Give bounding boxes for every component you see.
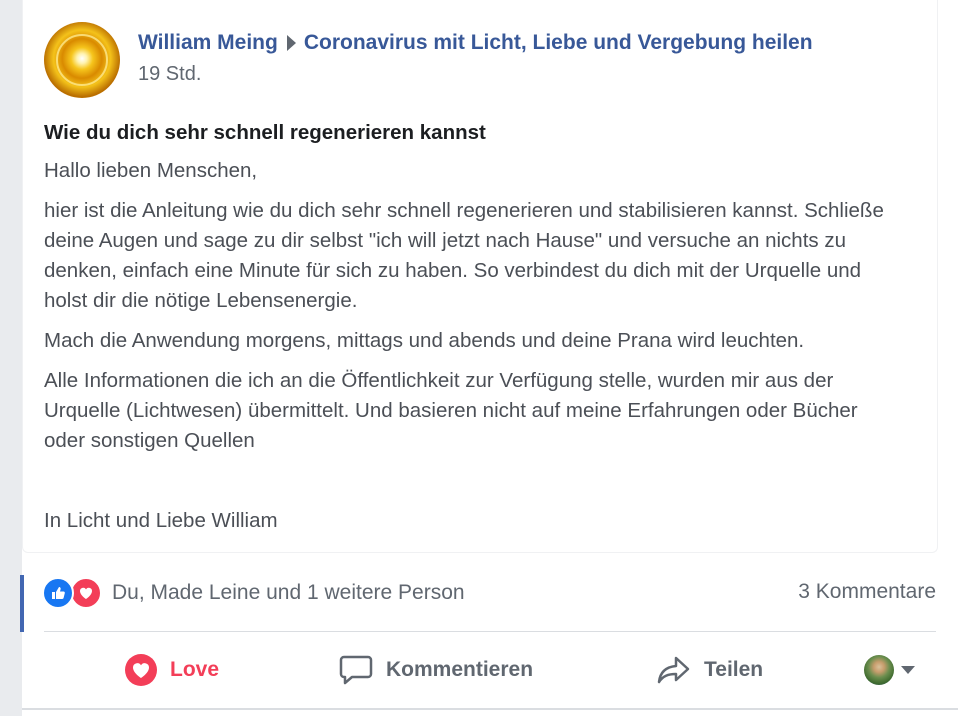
bottom-border [22, 708, 958, 710]
reactions-text[interactable]: Du, Made Leine und 1 weitere Person [112, 581, 465, 605]
share-label: Teilen [704, 658, 764, 681]
focus-accent-bar [20, 575, 24, 632]
post-header: William Meing Coronavirus mit Licht, Lie… [138, 31, 813, 55]
comment-icon [339, 655, 373, 685]
comment-button[interactable]: Kommentieren [338, 640, 533, 700]
shared-to-arrow-icon [286, 35, 296, 51]
post-paragraph-1: hier ist die Anleitung wie du dich sehr … [44, 199, 884, 312]
love-icon [70, 577, 102, 609]
love-reaction-icon [125, 654, 157, 686]
author-name[interactable]: William Meing [138, 31, 278, 55]
like-icon [42, 577, 74, 609]
actions-divider [44, 631, 936, 632]
post-actions: Love Kommentieren Teilen [44, 640, 936, 700]
love-button[interactable]: Love [124, 640, 219, 700]
comments-count[interactable]: 3 Kommentare [798, 580, 936, 604]
group-name[interactable]: Coronavirus mit Licht, Liebe und Vergebu… [304, 31, 813, 55]
reaction-as-selector[interactable] [864, 640, 915, 700]
post-title: Wie du dich sehr schnell regenerieren ka… [44, 121, 486, 144]
love-label: Love [170, 658, 220, 681]
avatar-ring [56, 34, 108, 86]
comment-label: Kommentieren [386, 658, 534, 681]
caret-down-icon [901, 666, 915, 674]
post-paragraph-2: Mach die Anwendung morgens, mittags und … [44, 329, 805, 352]
reactions-summary[interactable]: Du, Made Leine und 1 weitere Person [42, 577, 465, 609]
post-timestamp[interactable]: 19 Std. [138, 63, 201, 86]
post-signoff: In Licht und Liebe William [44, 509, 278, 532]
post-paragraph-3: Alle Informationen die ich an die Öffent… [44, 369, 858, 452]
share-button[interactable]: Teilen [656, 640, 763, 700]
user-avatar [864, 655, 894, 685]
share-icon [657, 656, 690, 684]
author-avatar[interactable] [44, 22, 120, 98]
post-greeting: Hallo lieben Menschen, [44, 159, 258, 182]
post-body: Wie du dich sehr schnell regenerieren ka… [44, 118, 904, 546]
